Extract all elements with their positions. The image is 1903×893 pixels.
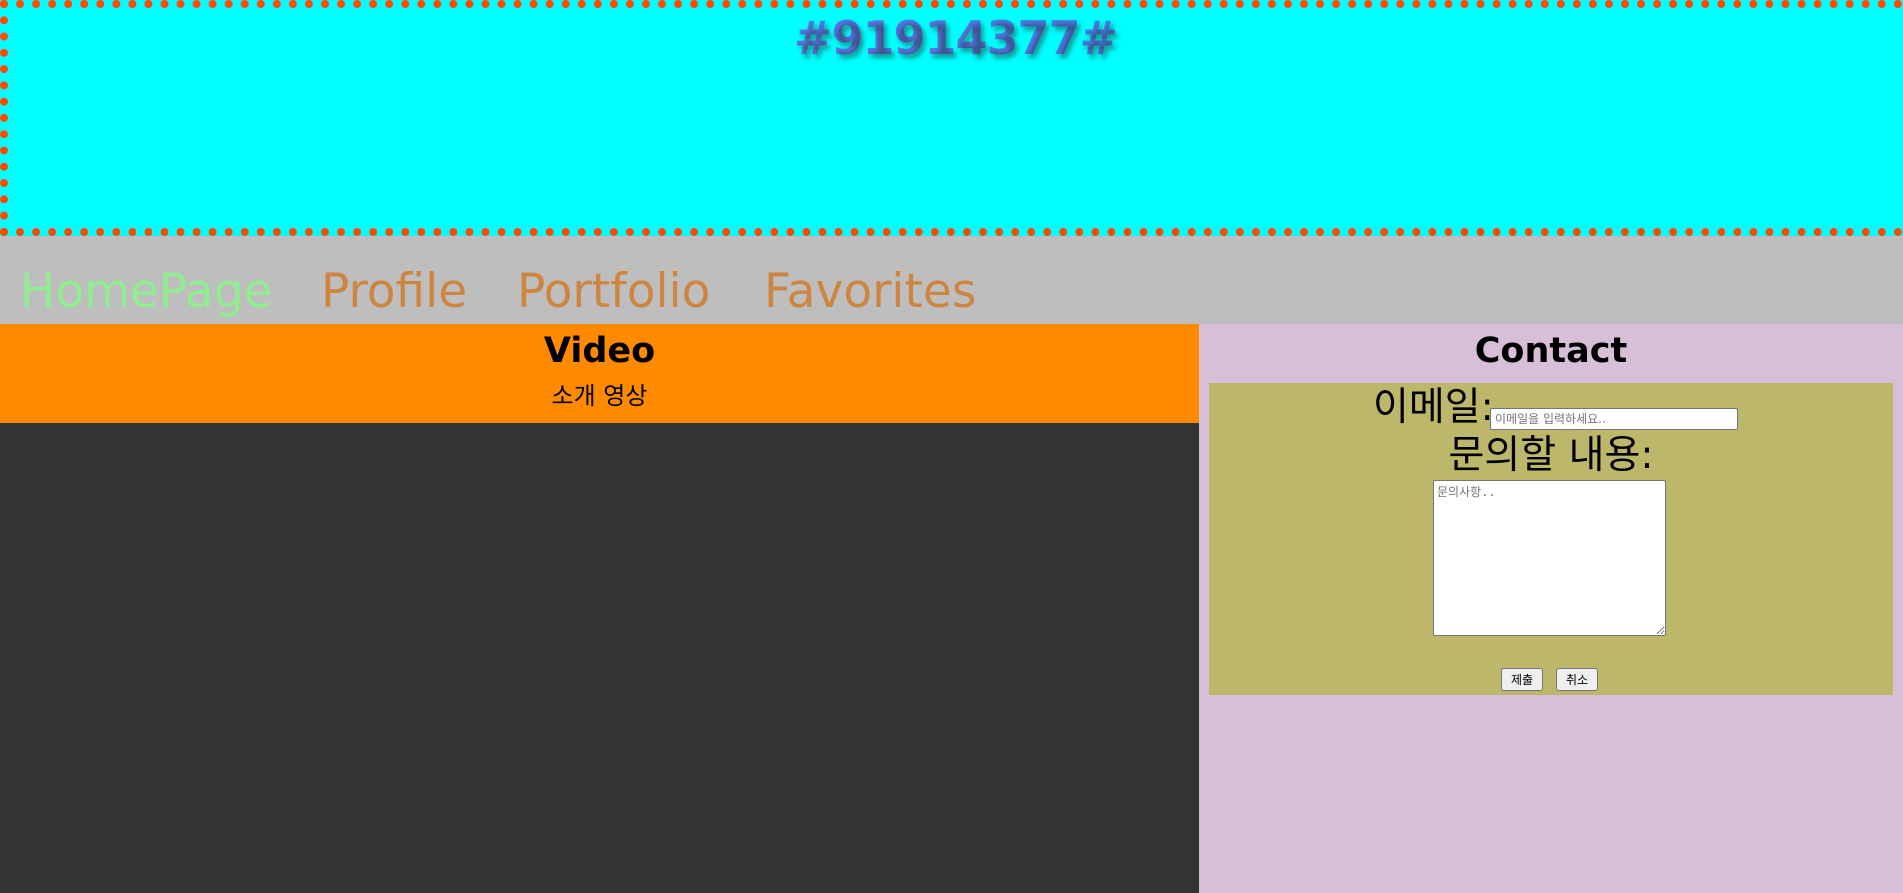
nav-link-profile[interactable]: Profile	[321, 262, 467, 322]
message-label: 문의할 내용:	[1448, 433, 1654, 478]
submit-button[interactable]: 제출	[1501, 668, 1543, 691]
nav-link-favorites[interactable]: Favorites	[764, 262, 976, 322]
video-panel: Video 소개 영상	[0, 324, 1199, 893]
nav-link-portfolio[interactable]: Portfolio	[517, 262, 710, 322]
site-header: #91914377#	[0, 0, 1903, 236]
video-header: Video 소개 영상	[0, 324, 1199, 423]
email-label: 이메일:	[1373, 385, 1494, 430]
email-input[interactable]	[1490, 408, 1738, 430]
contact-form: 이메일: 문의할 내용: 제출 취소	[1209, 383, 1893, 695]
cancel-button[interactable]: 취소	[1556, 668, 1598, 691]
video-title: Video	[543, 331, 656, 371]
video-subtitle: 소개 영상	[551, 382, 648, 410]
contact-title: Contact	[1474, 331, 1628, 371]
video-player[interactable]	[0, 423, 1199, 893]
message-textarea[interactable]	[1433, 480, 1666, 636]
site-title: #91914377#	[8, 10, 1903, 66]
contact-panel: Contact 이메일: 문의할 내용: 제출 취소	[1199, 324, 1903, 893]
nav-bar: HomePage Profile Portfolio Favorites	[0, 236, 1903, 324]
nav-link-homepage[interactable]: HomePage	[20, 262, 273, 322]
